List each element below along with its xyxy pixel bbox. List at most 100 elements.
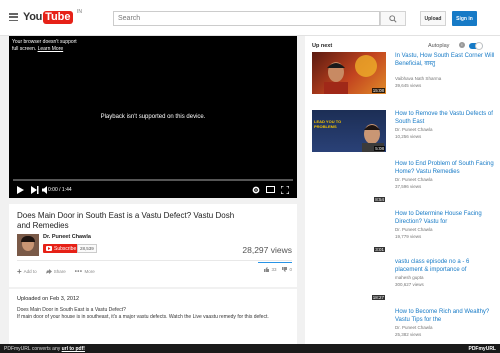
- video-title-link[interactable]: How to Determine House Facing Direction?…: [395, 211, 495, 226]
- fullscreen-button[interactable]: [281, 185, 289, 194]
- search-input[interactable]: Search: [113, 11, 380, 26]
- video-views: 300,627 views: [395, 282, 424, 287]
- more-dots-icon: •••: [74, 268, 83, 275]
- theater-icon: [266, 186, 275, 193]
- sentiment-bar: [258, 262, 292, 263]
- logo-tube-text: Tube: [43, 10, 73, 24]
- menu-icon[interactable]: [9, 13, 18, 22]
- gear-icon: [252, 186, 260, 193]
- search-button[interactable]: [380, 11, 406, 26]
- sign-in-button[interactable]: Sign in: [452, 11, 477, 26]
- video-views: 25,382 views: [395, 332, 422, 337]
- more-label: More: [84, 269, 95, 274]
- description-text: Does Main Door in South East is a Vastu …: [17, 307, 287, 321]
- add-to-button[interactable]: + Add to: [17, 267, 37, 276]
- theater-mode-button[interactable]: [266, 185, 275, 194]
- subscribe-button[interactable]: Subscribe: [43, 244, 80, 253]
- pdfmyurl-logo[interactable]: PDFmyURL: [468, 346, 496, 352]
- video-channel: Dr. Puneet Chawla: [395, 325, 433, 330]
- up-next-label: Up next: [312, 43, 333, 49]
- related-video[interactable]: 3:01 How to Determine House Facing Direc…: [312, 210, 495, 254]
- video-title-link[interactable]: How to End Problem of South Facing Home?…: [395, 161, 495, 176]
- progress-bar[interactable]: [13, 179, 293, 181]
- video-title-link[interactable]: How to Remove the Vastu Defects of South…: [395, 111, 495, 126]
- thumbs-up-icon: [264, 267, 270, 272]
- add-to-label: Add to: [23, 269, 37, 274]
- view-count: 28,297 views: [242, 245, 292, 255]
- video-channel: Dr. Puneet Chawla: [395, 127, 433, 132]
- pdf-promo-link[interactable]: url to pdf!: [62, 346, 85, 352]
- play-icon: [17, 185, 24, 194]
- plus-icon: +: [17, 267, 22, 276]
- video-views: 10,256 views: [395, 134, 422, 139]
- description-line-2: If main door of your house is in southea…: [17, 314, 269, 320]
- pdf-promo: PDFmyURL converts any url to pdf!: [4, 346, 85, 352]
- description-line-1: Does Main Door in South East is a Vastu …: [17, 307, 126, 313]
- video-duration: 18:27: [371, 295, 385, 300]
- youtube-play-icon: [46, 246, 52, 251]
- autoplay-label: Autoplay: [428, 43, 450, 49]
- video-views: 19,779 views: [395, 234, 422, 239]
- fullscreen-icon: [281, 185, 289, 194]
- share-label: Share: [53, 269, 66, 274]
- logo-you-text: You: [23, 11, 43, 23]
- like-dislike-group: 33 0: [264, 267, 292, 272]
- video-duration: 15:08: [371, 88, 385, 93]
- masthead: You Tube IN Search Upload Sign in: [0, 0, 500, 36]
- youtube-logo[interactable]: You Tube: [23, 10, 73, 24]
- more-button[interactable]: ••• More: [75, 267, 95, 276]
- channel-name[interactable]: Dr. Puneet Chawla: [43, 234, 91, 240]
- share-button[interactable]: Share: [45, 267, 66, 276]
- play-button[interactable]: [17, 185, 24, 194]
- next-icon: [31, 185, 39, 194]
- video-duration: 5:08: [374, 146, 385, 151]
- next-button[interactable]: [31, 185, 39, 194]
- video-thumbnail[interactable]: 8:54: [312, 160, 386, 202]
- dislike-button[interactable]: 0: [282, 267, 292, 272]
- fullscreen-notice: Your browser doesn't support full screen…: [12, 39, 80, 52]
- divider: [17, 260, 292, 261]
- info-icon[interactable]: i: [459, 42, 465, 48]
- search-icon: [389, 14, 397, 23]
- video-title-link[interactable]: In Vastu, How South East Corner Will Ben…: [395, 53, 495, 68]
- video-player[interactable]: Your browser doesn't support full screen…: [9, 36, 297, 198]
- video-thumbnail[interactable]: 3:01: [312, 210, 386, 252]
- video-channel: Vaibhava Nath Sharma: [395, 76, 442, 81]
- video-title-link[interactable]: vastu class episode no a - 6 placement &…: [395, 259, 495, 274]
- action-bar: + Add to Share ••• More: [17, 267, 95, 276]
- autoplay-toggle[interactable]: [469, 42, 483, 50]
- upload-date: Uploaded on Feb 3, 2012: [17, 296, 80, 302]
- up-next-sidebar: Up next Autoplay i 15:08 In Vastu, How S…: [305, 36, 500, 353]
- video-channel: Dr. Puneet Chawla: [395, 177, 433, 182]
- thumbs-down-icon: [282, 267, 288, 272]
- video-thumbnail[interactable]: 18:27: [312, 258, 386, 300]
- video-duration: 3:01: [374, 247, 385, 252]
- video-views: 37,596 views: [395, 184, 422, 189]
- like-count: 33: [271, 267, 277, 272]
- upload-button[interactable]: Upload: [420, 11, 446, 26]
- subscribe-label: Subscribe: [54, 245, 77, 252]
- video-channel: Dr. Puneet Chawla: [395, 227, 433, 232]
- channel-avatar[interactable]: [17, 234, 39, 256]
- video-thumbnail[interactable]: 15:08: [312, 52, 386, 94]
- related-video[interactable]: 18:27 vastu class episode no a - 6 place…: [312, 258, 495, 302]
- settings-button[interactable]: [252, 185, 260, 194]
- video-thumbnail[interactable]: LEAD YOU TO PROBLEMS 5:08: [312, 110, 386, 152]
- pdf-promo-text: PDFmyURL converts any: [4, 346, 61, 352]
- like-button[interactable]: 33: [264, 267, 276, 272]
- playback-message: Playback isn't supported on this device.: [100, 114, 206, 120]
- related-video[interactable]: LEAD YOU TO PROBLEMS 5:08 How to Remove …: [312, 110, 495, 154]
- country-code: IN: [77, 9, 82, 15]
- video-title-link[interactable]: How to Become Rich and Wealthy? Vastu Ti…: [395, 309, 495, 324]
- related-video[interactable]: 15:08 In Vastu, How South East Corner Wi…: [312, 52, 495, 96]
- share-icon: [45, 269, 52, 274]
- video-channel: mahesh gupta: [395, 275, 424, 280]
- pdf-footer-bar: PDFmyURL converts any url to pdf! PDFmyU…: [0, 344, 500, 353]
- video-title: Does Main Door in South East is a Vastu …: [17, 211, 235, 230]
- related-video[interactable]: 8:54 How to End Problem of South Facing …: [312, 160, 495, 204]
- player-controls: 0:00 / 1:44: [9, 183, 297, 197]
- video-duration: 8:54: [374, 197, 385, 202]
- learn-more-link[interactable]: Learn More: [38, 46, 64, 52]
- video-views: 39,645 views: [395, 83, 422, 88]
- avatar-hair: [21, 236, 35, 242]
